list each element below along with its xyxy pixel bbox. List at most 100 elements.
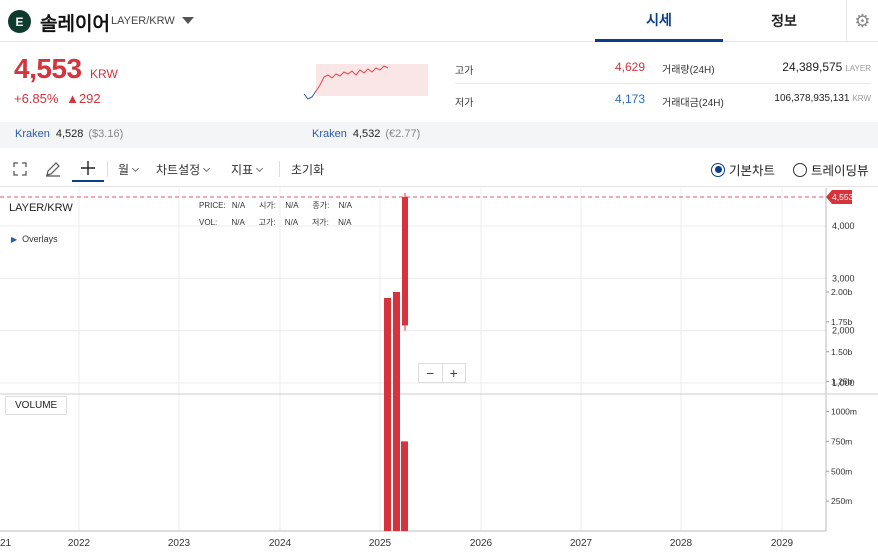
tab-market-price[interactable]: 시세 [595, 0, 723, 42]
volume-bar [384, 297, 391, 531]
ohlc-info-row-2: VOL: N/A 고가: N/A 저가: N/A [199, 217, 351, 228]
high-key: 고가: [258, 218, 276, 227]
coin-select-chevron-down-icon[interactable] [182, 17, 194, 24]
price-tick-label: 4,000 [832, 221, 855, 231]
volume-label: VOLUME [5, 396, 68, 415]
open-key: 시가: [259, 201, 276, 210]
chevron-down-icon [203, 164, 211, 173]
chart-toolbar: 월 차트설정 지표 초기화 기본차트 트레이딩뷰 [0, 151, 878, 187]
x-tick-label: 2027 [570, 538, 593, 549]
zoom-in-button[interactable]: + [443, 364, 466, 382]
toolbar-divider [107, 161, 108, 177]
radio-unchecked-icon [793, 162, 807, 177]
change-percent: +6.85% [14, 91, 59, 106]
x-tick-label: 2023 [168, 538, 191, 549]
price-change: +6.85% ▲292 [14, 91, 101, 106]
exchange-price: 4,528 [55, 128, 84, 140]
reset-button[interactable]: 초기화 [291, 161, 324, 178]
volume-24h-unit: LAYER [845, 64, 871, 73]
price-tick-label: 3,000 [832, 273, 855, 283]
coin-logo-icon: E [8, 10, 31, 33]
coin-name[interactable]: 솔레이어 [40, 9, 110, 36]
mini-price-chart [303, 64, 428, 100]
volume-24h-label: 거래량(24H) [662, 65, 715, 76]
gear-icon[interactable]: ⚙ [846, 0, 878, 42]
chart-settings-label: 차트설정 [156, 163, 201, 177]
x-tick-label: 2026 [470, 538, 493, 549]
exchange-sub-price: ($3.16) [88, 128, 124, 140]
chart-settings-button[interactable]: 차트설정 [156, 161, 211, 178]
exchange-price-row: Kraken 4,528 ($3.16) Kraken 4,532 (€2.77) [0, 122, 878, 148]
high-value: 4,629 [614, 60, 645, 74]
low-label: 저가 [455, 98, 474, 109]
price-unit: KRW [90, 67, 118, 81]
open-value: N/A [285, 201, 299, 210]
volume-24h-value: 24,389,575 LAYER [740, 60, 871, 74]
high-label: 고가 [455, 66, 474, 77]
pencil-draw-icon[interactable] [42, 159, 64, 179]
volume-tick-label: 2.00b [831, 287, 853, 297]
radio-basic-chart[interactable]: 기본차트 [711, 160, 775, 179]
period-select[interactable]: 월 [118, 161, 140, 178]
low-value: N/A [338, 218, 352, 227]
value-24h-value: 106,378,935,131 KRW [740, 93, 871, 104]
volume-24h-number: 24,389,575 [782, 60, 843, 74]
fullscreen-icon[interactable] [9, 159, 31, 179]
coin-pair: LAYER/KRW [111, 15, 175, 27]
price-key: PRICE: [199, 201, 226, 210]
volume-tick-label: 1.25b [831, 377, 853, 387]
crosshair-icon[interactable] [72, 155, 104, 182]
chart-symbol: LAYER/KRW [9, 202, 73, 214]
vol-key: VOL: [199, 218, 218, 227]
value-24h-unit: KRW [852, 94, 871, 103]
volume-tick-label: 750m [831, 436, 852, 446]
radio-tradingview-label: 트레이딩뷰 [811, 164, 869, 178]
volume-bar [401, 441, 408, 531]
indicators-button[interactable]: 지표 [231, 161, 264, 178]
price-value: N/A [231, 201, 245, 210]
triangle-right-icon: ▶ [11, 235, 18, 244]
indicators-label: 지표 [231, 163, 254, 177]
exchange-name: Kraken [312, 128, 347, 140]
exchange-price: 4,532 [352, 128, 381, 140]
header-bar: E 솔레이어 LAYER/KRW 시세 정보 ⚙ [0, 0, 878, 42]
x-tick-label: 2025 [369, 538, 392, 549]
volume-tick-label: 500m [831, 466, 852, 476]
ohlc-info-row-1: PRICE: N/A 시가: N/A 종가: N/A [199, 200, 352, 211]
radio-checked-icon [711, 162, 725, 177]
x-tick-label: 2022 [68, 538, 91, 549]
price-chart-area[interactable]: 21 2022 2023 2024 2025 2026 2027 2028 2029 1,000 2… [0, 188, 878, 555]
current-price: 4,553 [14, 53, 82, 84]
radio-tradingview[interactable]: 트레이딩뷰 [793, 160, 869, 179]
volume-tick-label: 250m [831, 496, 852, 506]
tab-info[interactable]: 정보 [723, 0, 845, 42]
x-tick-label: 2029 [771, 538, 794, 549]
x-tick-label: 2024 [269, 538, 292, 549]
overlays-label: Overlays [22, 234, 58, 244]
toolbar-divider [279, 161, 280, 177]
overlays-toggle[interactable]: ▶ Overlays [11, 234, 58, 244]
period-label: 월 [118, 163, 130, 177]
vol-value: N/A [231, 218, 245, 227]
exchange-item-eur[interactable]: Kraken 4,532 (€2.77) [312, 128, 420, 140]
zoom-controls: − + [418, 363, 466, 383]
value-24h-number: 106,378,935,131 [774, 93, 850, 104]
change-amount: ▲292 [66, 91, 101, 106]
low-value: 4,173 [614, 92, 645, 106]
volume-tick-label: 1000m [831, 407, 857, 417]
value-24h-label: 거래대금(24H) [662, 98, 724, 109]
close-key: 종가: [312, 201, 330, 210]
exchange-name: Kraken [15, 128, 50, 140]
low-key: 저가: [311, 218, 329, 227]
close-value: N/A [338, 201, 352, 210]
volume-tick-label: 1.75b [831, 317, 853, 327]
stat-divider [455, 83, 871, 84]
exchange-item-usd[interactable]: Kraken 4,528 ($3.16) [15, 128, 123, 140]
price-tick-label: 2,000 [832, 326, 855, 336]
x-tick-label: 2028 [670, 538, 693, 549]
zoom-out-button[interactable]: − [419, 364, 443, 382]
exchange-sub-price: (€2.77) [385, 128, 421, 140]
volume-tick-label: 1.50b [831, 347, 853, 357]
candle-body [402, 197, 408, 326]
chevron-down-icon [132, 164, 140, 173]
